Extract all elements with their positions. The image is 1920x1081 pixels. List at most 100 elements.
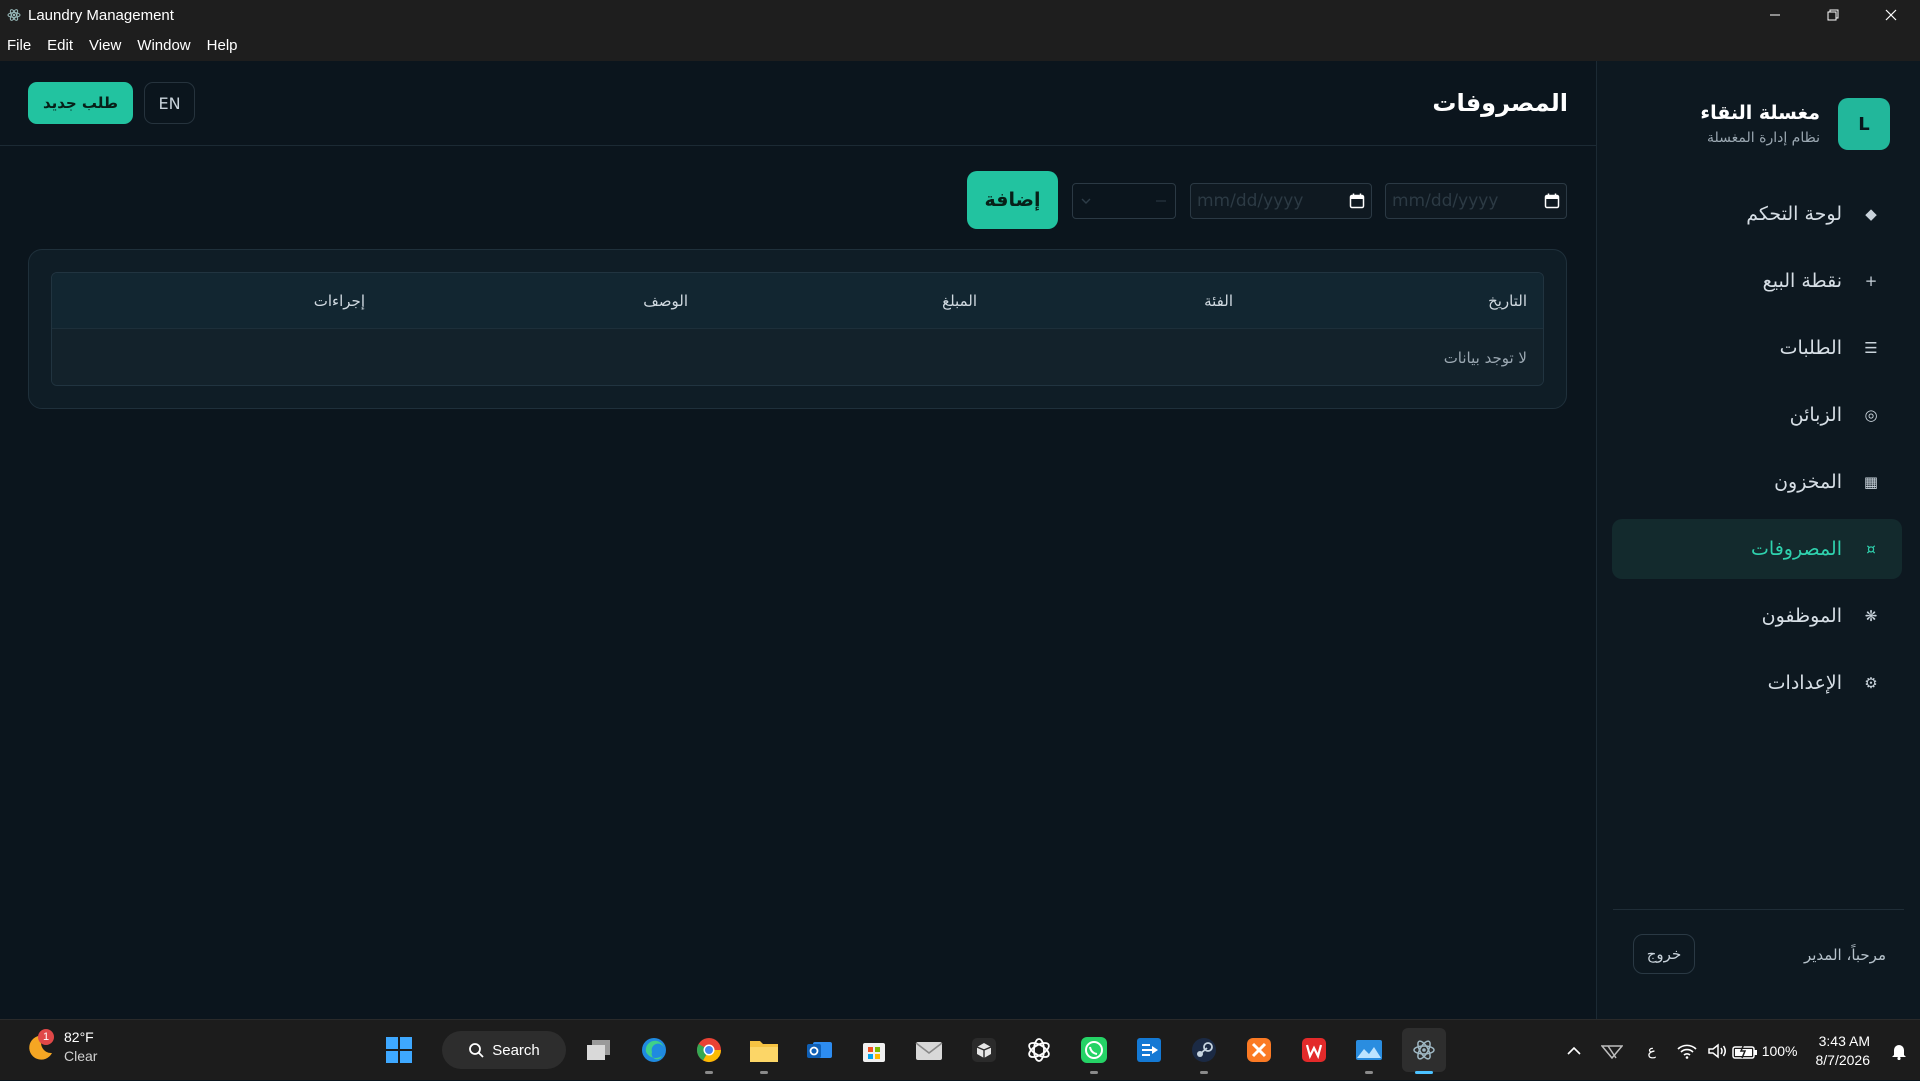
xampp-app[interactable] xyxy=(1237,1028,1281,1072)
outlook-icon xyxy=(807,1042,832,1058)
mail-app[interactable] xyxy=(907,1028,951,1072)
restore-button[interactable] xyxy=(1804,0,1862,30)
sidebar-item-label: المخزون xyxy=(1774,471,1842,493)
menu-view[interactable]: View xyxy=(81,37,129,54)
weather-temp: 82°F xyxy=(64,1029,94,1045)
category-select[interactable] xyxy=(1072,183,1176,219)
task-view-button[interactable] xyxy=(577,1028,621,1072)
running-indicator xyxy=(1200,1071,1208,1074)
sidebar-item-customers[interactable]: ◎ الزبائن xyxy=(1612,385,1902,445)
taskbar-apps: Search xyxy=(377,1028,1457,1074)
sidebar-item-label: المصروفات xyxy=(1751,538,1842,560)
grid-icon: ▦ xyxy=(1863,473,1879,491)
column-description[interactable]: الوصف xyxy=(643,292,688,310)
active-indicator xyxy=(1415,1071,1433,1074)
mail-icon xyxy=(915,1042,943,1060)
taskbar-search[interactable]: Search xyxy=(442,1031,566,1069)
list-icon: ☰ xyxy=(1864,339,1878,357)
menu-edit[interactable]: Edit xyxy=(39,37,81,54)
chatgpt-app[interactable] xyxy=(1017,1028,1061,1072)
weather-widget[interactable]: 1 82°F Clear xyxy=(24,1028,97,1064)
column-date[interactable]: التاريخ xyxy=(1488,292,1527,310)
minimize-button[interactable] xyxy=(1746,0,1804,30)
sidebar-footer: مرحباً، المدير خروج xyxy=(1613,909,1904,990)
search-icon xyxy=(469,1043,484,1058)
gear-icon: ⚙ xyxy=(1864,674,1878,692)
clear-dash-icon xyxy=(1156,200,1166,202)
chrome-app[interactable] xyxy=(687,1028,731,1074)
target-icon: ◎ xyxy=(1864,406,1878,424)
windows-icon xyxy=(386,1037,412,1063)
sidebar-nav: ◆ لوحة التحكم + نقطة البيع ☰ الطلبات ◎ ا… xyxy=(1612,184,1902,720)
arrow-app[interactable] xyxy=(1127,1028,1171,1072)
sidebar-item-settings[interactable]: ⚙ الإعدادات xyxy=(1612,653,1902,713)
new-order-button[interactable]: طلب جديد xyxy=(28,82,133,124)
box-app[interactable] xyxy=(962,1028,1006,1072)
photos-app[interactable] xyxy=(1347,1028,1391,1074)
clock[interactable]: 3:43 AM 8/7/2026 xyxy=(1816,1032,1871,1070)
sidebar-item-inventory[interactable]: ▦ المخزون xyxy=(1612,452,1902,512)
laundry-app[interactable] xyxy=(1402,1028,1446,1074)
clock-time: 3:43 AM xyxy=(1818,1032,1870,1049)
xampp-icon xyxy=(1247,1038,1271,1062)
page-title: المصروفات xyxy=(1432,89,1568,117)
whatsapp-app[interactable] xyxy=(1072,1028,1116,1074)
date-from-placeholder: mm/dd/yyyy xyxy=(1392,191,1499,211)
folder-icon xyxy=(750,1041,778,1062)
table-row: لا توجد بيانات xyxy=(52,328,1543,385)
cube-icon xyxy=(972,1038,996,1062)
sidebar-item-pos[interactable]: + نقطة البيع xyxy=(1612,251,1902,311)
language-toggle-button[interactable]: EN xyxy=(144,82,195,124)
store-app[interactable] xyxy=(852,1028,896,1072)
sidebar-item-label: الزبائن xyxy=(1789,404,1842,426)
steam-app[interactable] xyxy=(1182,1028,1226,1074)
asterisk-icon: ❋ xyxy=(1864,607,1878,625)
add-expense-button[interactable]: إضافة xyxy=(967,171,1058,229)
close-icon xyxy=(1885,9,1897,21)
column-amount[interactable]: المبلغ xyxy=(942,292,977,310)
menu-window[interactable]: Window xyxy=(129,37,198,54)
tray-app-icon xyxy=(1600,1044,1623,1059)
battery-charging-icon xyxy=(1731,1043,1757,1059)
sidebar-item-expenses[interactable]: ¤ المصروفات xyxy=(1612,519,1902,579)
empty-state-text: لا توجد بيانات xyxy=(1443,349,1527,367)
table-header-row: التاريخ الفئة المبلغ الوصف إجراءات xyxy=(52,273,1543,328)
input-language-indicator[interactable]: ع xyxy=(1632,1031,1672,1071)
whatsapp-icon xyxy=(1081,1037,1107,1063)
file-explorer-app[interactable] xyxy=(742,1028,786,1074)
tray-app-button[interactable] xyxy=(1592,1031,1632,1071)
moon-weather-icon: 1 xyxy=(24,1028,56,1063)
wifi-button[interactable] xyxy=(1672,1031,1702,1071)
calendar-icon xyxy=(1349,193,1365,209)
sidebar-item-label: لوحة التحكم xyxy=(1746,203,1842,225)
start-button[interactable] xyxy=(377,1028,421,1072)
sidebar-item-label: الإعدادات xyxy=(1767,672,1842,694)
notifications-button[interactable] xyxy=(1884,1031,1914,1071)
date-to-input[interactable]: mm/dd/yyyy xyxy=(1190,183,1372,219)
minimize-icon xyxy=(1770,14,1780,16)
bell-icon xyxy=(1892,1044,1906,1060)
edge-app[interactable] xyxy=(632,1028,676,1072)
sidebar-item-employees[interactable]: ❋ الموظفون xyxy=(1612,586,1902,646)
date-from-input[interactable]: mm/dd/yyyy xyxy=(1385,183,1567,219)
title-bar: Laundry Management xyxy=(0,0,1920,30)
brand: L مغسلة النقاء نظام إدارة المغسلة xyxy=(1700,97,1890,151)
diamond-icon: ◆ xyxy=(1865,205,1877,223)
sidebar-item-dashboard[interactable]: ◆ لوحة التحكم xyxy=(1612,184,1902,244)
menu-help[interactable]: Help xyxy=(199,37,246,54)
outlook-app[interactable] xyxy=(797,1028,841,1072)
chrome-icon xyxy=(696,1038,721,1063)
logout-button[interactable]: خروج xyxy=(1633,934,1695,974)
sidebar-item-orders[interactable]: ☰ الطلبات xyxy=(1612,318,1902,378)
running-indicator xyxy=(705,1071,713,1074)
show-hidden-icons-button[interactable] xyxy=(1556,1031,1592,1071)
plus-icon: + xyxy=(1864,272,1878,290)
chevron-down-icon xyxy=(1081,198,1091,204)
wps-app[interactable] xyxy=(1292,1028,1336,1072)
battery-button[interactable]: 100% xyxy=(1731,1031,1798,1071)
menu-file[interactable]: File xyxy=(0,37,39,54)
column-category[interactable]: الفئة xyxy=(1204,292,1233,310)
wifi-icon xyxy=(1677,1044,1697,1059)
close-button[interactable] xyxy=(1862,0,1920,30)
volume-button[interactable] xyxy=(1702,1031,1732,1071)
